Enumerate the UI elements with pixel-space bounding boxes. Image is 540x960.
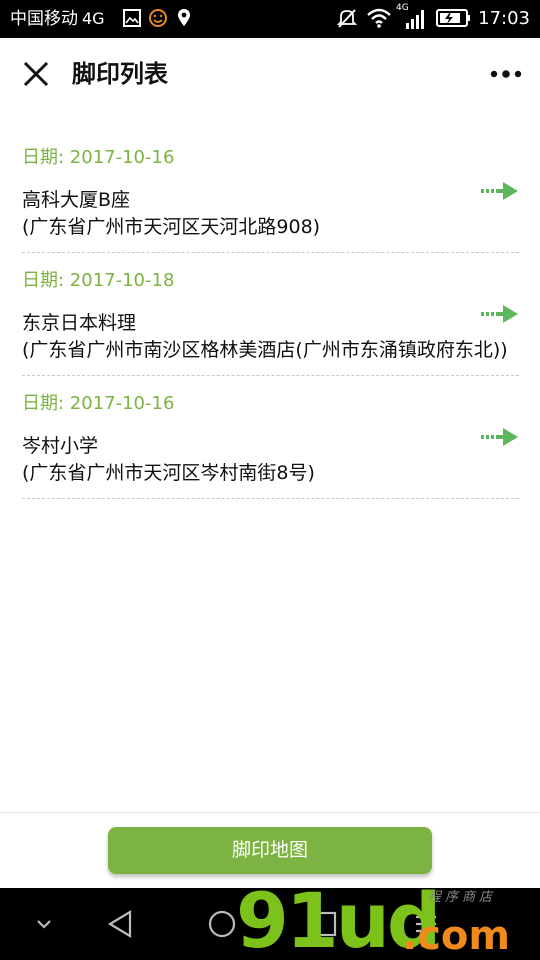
- footprint-list: 日期: 2017-10-16 高科大厦B座 (广东省广州市天河区天河北路908)…: [22, 130, 519, 499]
- forward-arrow-icon[interactable]: [481, 303, 519, 325]
- forward-arrow-icon[interactable]: [481, 180, 519, 202]
- clock: 17:03: [478, 8, 530, 29]
- screen: 中国移动 4G 4G 17:03 脚印列表 日期: 2017-10-16 高科大…: [0, 0, 540, 960]
- watermark-domain-suffix: .com: [402, 913, 511, 959]
- home-circle-icon: [208, 910, 236, 938]
- close-icon: [23, 61, 49, 87]
- app-header: 脚印列表: [0, 38, 540, 110]
- more-dots-icon: [490, 70, 522, 78]
- battery-charging-icon: [436, 9, 470, 27]
- status-bar: 中国移动 4G 4G 17:03: [0, 0, 540, 38]
- wifi-icon: [367, 8, 391, 28]
- footprint-entry[interactable]: 日期: 2017-10-18 东京日本料理 (广东省广州市南沙区格林美酒店(广州…: [22, 253, 519, 376]
- location-pin-icon: [178, 9, 190, 26]
- nav-back-button[interactable]: [100, 904, 140, 944]
- site-watermark: 91ud .com 程序商店: [236, 878, 536, 960]
- network-type: 4G: [82, 9, 105, 28]
- entry-place-name: 东京日本料理: [22, 312, 137, 334]
- entry-date: 日期: 2017-10-16: [22, 147, 175, 168]
- close-button[interactable]: [14, 52, 58, 96]
- page-title: 脚印列表: [72, 60, 168, 88]
- entry-date: 日期: 2017-10-18: [22, 270, 175, 291]
- carrier-name: 中国移动: [10, 9, 78, 29]
- signal-bars-icon: [406, 10, 424, 29]
- entry-place-name: 岑村小学: [22, 435, 99, 457]
- entry-place-address: (广东省广州市南沙区格林美酒店(广州市东涌镇政府东北)): [22, 339, 508, 361]
- entry-place-name: 高科大厦B座: [22, 189, 131, 211]
- smiley-notification-icon: [149, 9, 167, 27]
- watermark-small-text: 程序商店: [428, 890, 497, 905]
- entry-place-address: (广东省广州市天河区天河北路908): [22, 216, 321, 238]
- more-options-button[interactable]: [486, 56, 526, 92]
- footprint-entry[interactable]: 日期: 2017-10-16 高科大厦B座 (广东省广州市天河区天河北路908): [22, 130, 519, 253]
- footprint-map-button[interactable]: 脚印地图: [108, 827, 432, 874]
- entry-place-address: (广东省广州市天河区岑村南街8号): [22, 462, 315, 484]
- back-triangle-icon: [107, 910, 132, 938]
- image-notification-icon: [123, 9, 141, 27]
- forward-arrow-icon[interactable]: [481, 426, 519, 448]
- chevron-down-icon: [37, 920, 51, 929]
- entry-date: 日期: 2017-10-16: [22, 393, 175, 414]
- footprint-entry[interactable]: 日期: 2017-10-16 岑村小学 (广东省广州市天河区岑村南街8号): [22, 376, 519, 499]
- carrier-info: 中国移动 4G: [10, 8, 105, 30]
- nav-collapse-button[interactable]: [24, 904, 64, 944]
- mute-icon: [336, 9, 358, 28]
